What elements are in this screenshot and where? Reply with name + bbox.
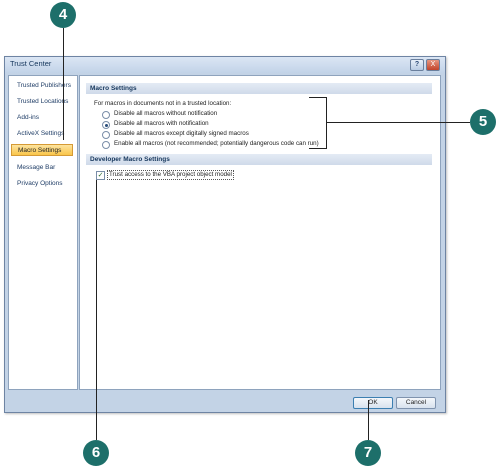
close-button[interactable]: X <box>426 59 440 71</box>
sidebar: Trusted Publishers Trusted Locations Add… <box>8 75 78 390</box>
ok-button[interactable]: OK <box>353 397 393 409</box>
cancel-button[interactable]: Cancel <box>396 397 436 409</box>
trust-center-dialog: Trust Center ? X Trusted Publishers Trus… <box>4 56 446 413</box>
sidebar-item-privacy-options[interactable]: Privacy Options <box>11 178 73 190</box>
callout-7-leader-line <box>368 400 369 440</box>
radio-label: Disable all macros with notification <box>114 120 209 127</box>
radio-label: Disable all macros without notification <box>114 110 218 117</box>
title-bar: Trust Center ? X <box>5 57 445 73</box>
callout-4: 4 <box>50 2 76 28</box>
radio-button[interactable] <box>102 111 110 119</box>
macro-settings-header: Macro Settings <box>86 83 432 94</box>
developer-macro-settings-header: Developer Macro Settings <box>86 154 432 165</box>
callout-5-bracket-top <box>309 97 327 98</box>
radio-label: Enable all macros (not recommended; pote… <box>114 140 319 147</box>
trust-vba-checkbox[interactable]: ✓ <box>96 171 105 180</box>
window-title: Trust Center <box>10 59 52 68</box>
callout-5-bracket-side <box>326 97 327 149</box>
sidebar-item-message-bar[interactable]: Message Bar <box>11 162 73 174</box>
callout-6: 6 <box>83 440 109 466</box>
sidebar-item-macro-settings[interactable]: Macro Settings <box>11 144 73 156</box>
callout-5: 5 <box>470 109 496 135</box>
radio-button[interactable] <box>102 141 110 149</box>
radio-label: Disable all macros except digitally sign… <box>114 130 249 137</box>
callout-5-leader-line <box>326 122 470 123</box>
radio-button-selected[interactable] <box>102 121 110 129</box>
help-button[interactable]: ? <box>410 59 424 71</box>
callout-7: 7 <box>355 440 381 466</box>
radio-button[interactable] <box>102 131 110 139</box>
trust-vba-label: Trust access to the VBA project object m… <box>107 170 234 180</box>
callout-4-leader-line <box>63 28 64 140</box>
callout-5-bracket-bottom <box>309 148 327 149</box>
callout-6-leader-line <box>96 180 97 440</box>
macro-settings-intro: For macros in documents not in a trusted… <box>94 100 232 107</box>
